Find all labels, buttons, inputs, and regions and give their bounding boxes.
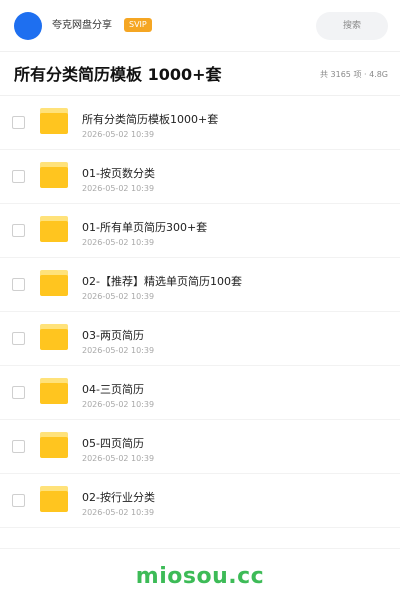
item-date: 2026-05-02 10:39 [82,508,155,517]
folder-icon [40,216,68,242]
avatar[interactable] [14,12,42,40]
footer: miosou.cc [0,548,400,600]
item-name[interactable]: 02-【推荐】精选单页简历100套 [82,274,242,289]
item-name[interactable]: 01-按页数分类 [82,166,155,181]
folder-icon [40,108,68,134]
item-name[interactable]: 03-两页简历 [82,328,144,343]
checkbox-icon[interactable] [12,494,25,507]
item-date: 2026-05-02 10:39 [82,184,155,193]
list-item[interactable]: 04-三页简历 2026-05-02 10:39 [0,366,400,420]
folder-meta: 共 3165 项 · 4.8G [320,70,388,79]
item-date: 2026-05-02 10:39 [82,292,155,301]
folder-icon [40,378,68,404]
item-date: 2026-05-02 10:39 [82,454,155,463]
sharer-name: 夸克网盘分享 [52,20,112,31]
list-item[interactable]: 02-按行业分类 2026-05-02 10:39 [0,474,400,528]
checkbox-icon[interactable] [12,386,25,399]
item-name[interactable]: 02-按行业分类 [82,490,155,505]
list-item[interactable]: 01-按页数分类 2026-05-02 10:39 [0,150,400,204]
top-bar: 夸克网盘分享 SVIP 搜索 [0,0,400,52]
item-name[interactable]: 所有分类简历模板1000+套 [82,112,218,127]
folder-icon [40,162,68,188]
page-title: 所有分类简历模板 1000+套 [14,65,222,84]
item-name[interactable]: 04-三页简历 [82,382,144,397]
folder-icon [40,486,68,512]
file-list: 所有分类简历模板1000+套 2026-05-02 10:39 01-按页数分类… [0,96,400,528]
checkbox-icon[interactable] [12,170,25,183]
list-item[interactable]: 03-两页简历 2026-05-02 10:39 [0,312,400,366]
item-name[interactable]: 05-四页简历 [82,436,144,451]
checkbox-icon[interactable] [12,116,25,129]
list-item[interactable]: 01-所有单页简历300+套 2026-05-02 10:39 [0,204,400,258]
checkbox-icon[interactable] [12,278,25,291]
list-item[interactable]: 05-四页简历 2026-05-02 10:39 [0,420,400,474]
list-item[interactable]: 02-【推荐】精选单页简历100套 2026-05-02 10:39 [0,258,400,312]
folder-icon [40,432,68,458]
checkbox-icon[interactable] [12,224,25,237]
checkbox-icon[interactable] [12,440,25,453]
item-date: 2026-05-02 10:39 [82,346,155,355]
folder-header: 所有分类简历模板 1000+套 共 3165 项 · 4.8G [0,52,400,96]
folder-icon [40,324,68,350]
list-item[interactable]: 所有分类简历模板1000+套 2026-05-02 10:39 [0,96,400,150]
item-date: 2026-05-02 10:39 [82,400,155,409]
folder-icon [40,270,68,296]
item-date: 2026-05-02 10:39 [82,130,155,139]
watermark: miosou.cc [135,564,265,589]
svip-badge: SVIP [124,18,152,32]
search-button[interactable]: 搜索 [316,12,388,40]
item-date: 2026-05-02 10:39 [82,238,155,247]
item-name[interactable]: 01-所有单页简历300+套 [82,220,207,235]
checkbox-icon[interactable] [12,332,25,345]
